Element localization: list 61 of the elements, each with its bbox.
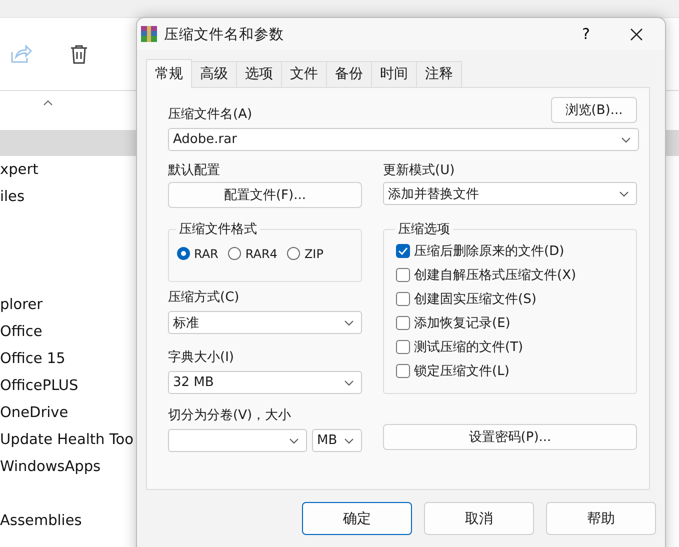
folder-name[interactable]: iles	[0, 189, 25, 205]
chevron-icon	[344, 438, 354, 444]
radio-icon[interactable]	[228, 247, 242, 260]
folder-name[interactable]: plorer	[0, 297, 43, 313]
radio-icon[interactable]	[177, 247, 190, 260]
chevron-icon	[344, 380, 354, 386]
unit-dropdown[interactable]: MB	[312, 429, 362, 452]
checkbox[interactable]	[396, 292, 410, 306]
folder-name[interactable]: xpert	[0, 162, 38, 178]
profiles-button[interactable]: 配置文件(F)...	[168, 182, 362, 208]
dialog-button[interactable]: 取消	[424, 502, 534, 535]
checkbox[interactable]	[396, 340, 410, 354]
checkbox[interactable]	[396, 268, 410, 282]
chevron-icon	[621, 136, 631, 142]
radio-icon[interactable]	[287, 247, 300, 260]
browse-button[interactable]: 浏览(B)...	[551, 97, 637, 123]
dialog-button[interactable]: 确定	[302, 502, 412, 535]
checkbox-option[interactable]: 锁定压缩文件(L)	[396, 359, 628, 383]
archive-name-field[interactable]: Adobe.rar	[168, 128, 639, 151]
group-title: 压缩选项	[397, 221, 451, 238]
checkbox-option[interactable]: 添加恢复记录(E)	[396, 311, 628, 335]
radio-button[interactable]: RAR	[177, 246, 218, 260]
field-label: 默认配置	[168, 164, 221, 178]
sort-caret-icon[interactable]	[43, 100, 53, 106]
radio-button[interactable]: RAR4	[228, 246, 278, 260]
checkbox-option[interactable]: 创建自解压格式压缩文件(X)	[396, 263, 628, 287]
group-title: 压缩文件格式	[178, 221, 258, 238]
password-button[interactable]: 设置密码(P)...	[383, 424, 637, 450]
field-label: 压缩方式(C)	[168, 291, 240, 305]
folder-name[interactable]: OfficePLUS	[0, 378, 78, 394]
folder-name[interactable]: Update Health Too	[0, 432, 134, 448]
trash-icon[interactable]	[70, 44, 88, 64]
checkbox-option[interactable]: 创建固实压缩文件(S)	[396, 287, 628, 311]
archive-stack-icon	[140, 25, 158, 43]
chevron-icon	[289, 438, 299, 444]
tab[interactable]: 常规	[146, 59, 192, 88]
folder-name[interactable]: Office	[0, 324, 42, 340]
window-title: 压缩文件名和参数	[164, 26, 285, 44]
tab[interactable]: 注释	[416, 61, 462, 87]
chevron-icon	[619, 190, 629, 196]
field-label: 字典大小(I)	[168, 351, 235, 365]
help-button[interactable]: ?	[582, 25, 590, 43]
field-label: 压缩文件名(A)	[168, 108, 252, 122]
folder-name[interactable]: WindowsApps	[0, 459, 101, 475]
folder-name[interactable]: Assemblies	[0, 513, 82, 529]
dialog-button[interactable]: 帮助	[546, 502, 656, 535]
update-mode-dropdown[interactable]: 添加并替换文件	[383, 182, 637, 205]
close-icon[interactable]	[630, 28, 643, 40]
chevron-icon	[344, 320, 354, 326]
checkbox[interactable]	[396, 244, 410, 258]
method-dropdown[interactable]: 标准	[168, 311, 362, 334]
field-label: 切分为分卷(V)，大小	[168, 409, 292, 423]
radio-button[interactable]: ZIP	[287, 246, 324, 260]
folder-name[interactable]: Office 15	[0, 351, 66, 367]
folder-name[interactable]: OneDrive	[0, 405, 68, 421]
checkbox-option[interactable]: 测试压缩的文件(T)	[396, 335, 628, 359]
checkbox[interactable]	[396, 364, 410, 378]
field-label: 更新模式(U)	[383, 164, 456, 178]
checkbox[interactable]	[396, 316, 410, 330]
checkbox-option[interactable]: 压缩后删除原来的文件(D)	[396, 239, 628, 263]
dictionary-dropdown[interactable]: 32 MB	[168, 371, 362, 394]
